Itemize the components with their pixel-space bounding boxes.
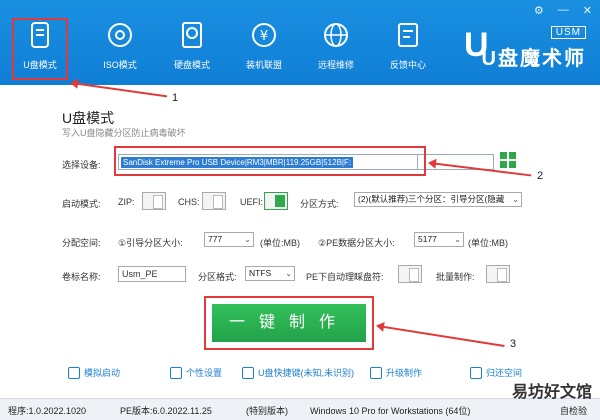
batch-toggle[interactable] [486,265,510,283]
space-icon [470,366,482,379]
header-bar: ⚙ — ✕ U盘模式 ISO模式 硬盘模式 ¥ 装机联盟 远程维修 反馈中心 U… [0,0,600,85]
annotation-number-1: 1 [172,92,179,104]
autoeject-label: PE下自动理睬盘符: [306,272,384,282]
volume-label: 卷标名称: [62,272,101,282]
logo-text: U盘魔术师 [481,48,586,70]
boot-partition-size-label: ①引导分区大小: [118,238,183,248]
feedback-icon [393,20,423,50]
zip-label: ZIP: [118,197,135,207]
status-edition: (特别版本) [246,406,288,416]
nav-label: 装机联盟 [245,60,282,70]
fs-value: NTFS [249,268,272,278]
device-label: 选择设备: [62,160,101,170]
nav-remote-repair[interactable]: 远程维修 [300,18,372,80]
main-nav: U盘模式 ISO模式 硬盘模式 ¥ 装机联盟 远程维修 反馈中心 [12,18,444,80]
footer-link-label: 个性设置 [186,368,223,378]
hard-disk-icon [177,20,207,50]
boot-mode-label: 启动模式: [62,199,101,209]
status-pe-version: PE版本:6.0.2022.11.25 [120,406,212,416]
annotation-box-device [114,146,426,176]
unit-mb-label: (单位:MB) [260,238,300,248]
pe-partition-size-label: ②PE数据分区大小: [318,238,395,248]
monitor-icon [68,366,80,379]
footer-link-label: 升级制作 [386,368,423,378]
footer-links: 模拟启动 个性设置 U盘快捷键(未知,未识别) 升级制作 归还空间 [0,366,600,384]
footer-link-personalize[interactable]: 个性设置 [170,366,222,379]
nav-label: 反馈中心 [389,60,426,70]
footer-link-hotkey[interactable]: U盘快捷键(未知,未识别) [242,366,354,379]
volume-name-value: Usm_PE [122,269,158,279]
minimize-icon[interactable]: — [558,4,569,17]
settings-icon[interactable]: ⚙ [534,4,544,17]
alloc-label: 分配空间: [62,238,101,248]
footer-link-label: U盘快捷键(未知,未识别) [258,368,354,378]
nav-usb-mode[interactable]: U盘模式 [12,18,68,80]
nav-label: 硬盘模式 [173,60,210,70]
footer-link-label: 模拟启动 [84,368,121,378]
svg-text:¥: ¥ [260,29,268,44]
uefi-label: UEFI: [240,197,264,207]
pe-partition-size-select[interactable]: 5177 ⌄ [414,232,464,247]
chs-label: CHS: [178,197,200,207]
chevron-down-icon: ⌄ [454,235,461,244]
status-bar: 程序:1.0.2022.1020 PE版本:6.0.2022.11.25 (特别… [0,398,600,420]
nav-label: 远程维修 [317,60,354,70]
footer-link-upgrade[interactable]: 升级制作 [370,366,422,379]
page-title: U盘模式 [62,110,115,126]
usb-drive-icon [25,20,55,50]
status-program-version: 程序:1.0.2022.1020 [8,406,87,416]
annotation-number-2: 2 [537,170,544,182]
app-logo: U USM U盘魔术师 [460,20,590,72]
fs-label: 分区格式: [198,272,237,282]
logo-usm: USM [550,26,586,39]
window-controls: ⚙ — ✕ [534,4,592,17]
annotation-arrow-3 [377,325,505,348]
batch-label: 批量制作: [436,272,475,282]
partition-mode-label: 分区方式: [300,199,339,209]
unit-mb-label-2: (单位:MB) [468,238,508,248]
nav-install-alliance[interactable]: ¥ 装机联盟 [228,18,300,80]
partition-tool-icon[interactable] [500,152,516,168]
chs-toggle[interactable] [202,192,226,210]
upgrade-icon [370,366,382,379]
annotation-number-3: 3 [510,338,517,350]
boot-partition-size-select[interactable]: 777 ⌄ [204,232,254,247]
fs-select[interactable]: NTFS ⌄ [245,266,295,281]
status-self-check[interactable]: 自检验 [560,404,587,417]
key-icon [242,366,254,379]
yuan-circle-icon: ¥ [249,20,279,50]
chevron-down-icon: ⌄ [512,195,519,204]
zip-toggle[interactable] [142,192,166,210]
boot-partition-size-value: 777 [208,234,223,244]
nav-disk-mode[interactable]: 硬盘模式 [156,18,228,80]
volume-name-input[interactable]: Usm_PE [118,266,186,282]
chevron-down-icon: ⌄ [244,235,251,244]
partition-mode-select[interactable]: (2)(默认推荐)三个分区：引导分区(隐藏 ⌄ [354,192,522,207]
nav-iso-mode[interactable]: ISO模式 [84,18,156,80]
autoeject-toggle[interactable] [398,265,422,283]
nav-label: ISO模式 [103,60,137,70]
partition-mode-value: (2)(默认推荐)三个分区：引导分区(隐藏 [358,194,505,204]
close-icon[interactable]: ✕ [583,4,592,17]
uefi-toggle[interactable] [264,192,288,210]
globe-icon [321,20,351,50]
status-os: Windows 10 Pro for Workstations (64位) [310,406,471,416]
nav-label: U盘模式 [23,60,57,70]
footer-link-simulate-boot[interactable]: 模拟启动 [68,366,120,379]
page-subtitle: 写入U盘隐藏分区防止病毒破坏 [62,128,186,138]
chevron-down-icon: ⌄ [285,269,292,278]
pe-partition-size-value: 5177 [418,234,437,244]
disc-icon [105,20,135,50]
nav-feedback[interactable]: 反馈中心 [372,18,444,80]
one-click-make-button[interactable]: 一键制作 [212,304,366,342]
watermark: 易坊好文馆 [511,384,592,401]
shirt-icon [170,366,182,379]
